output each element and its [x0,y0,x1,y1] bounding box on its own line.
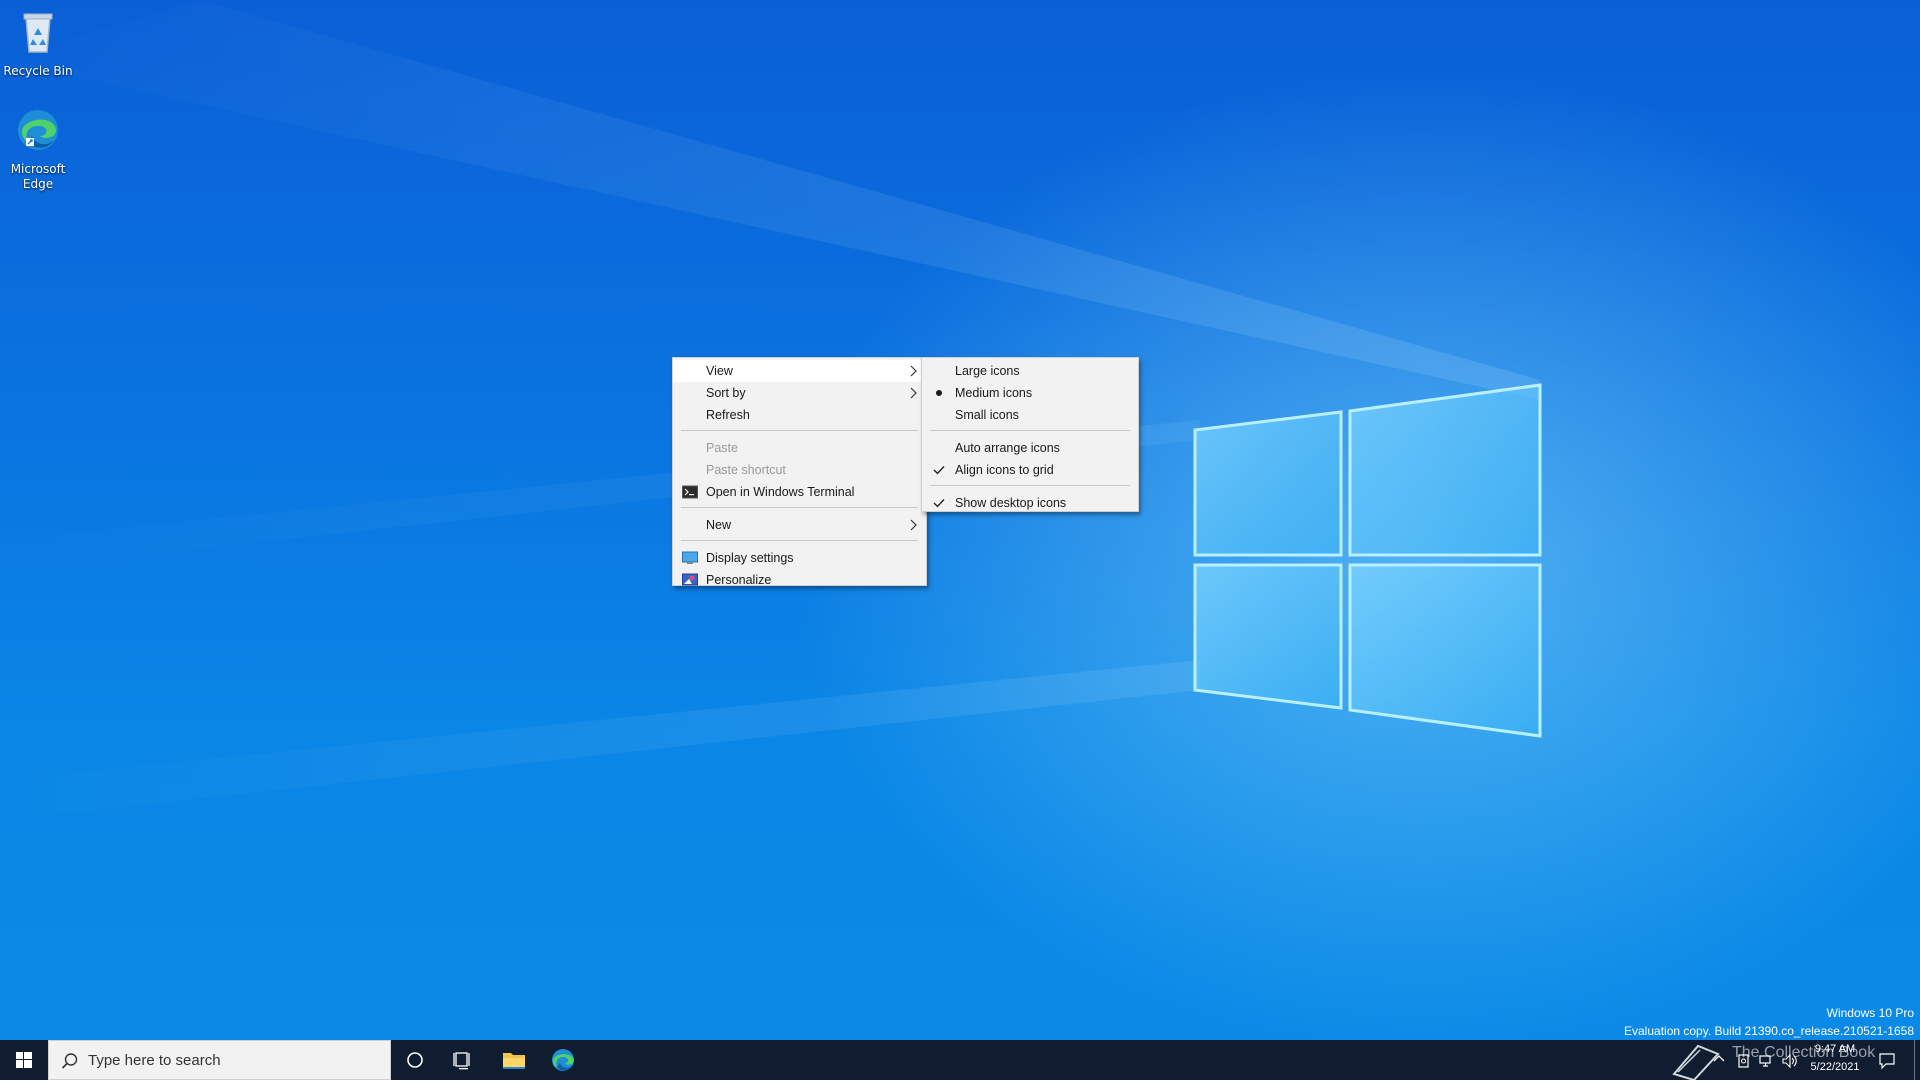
menu-item-view[interactable]: View [673,360,926,382]
menu-item-label: View [706,364,733,378]
edge-icon [18,110,58,150]
search-placeholder: Type here to search [88,1052,221,1069]
menu-item-label: Personalize [706,573,772,587]
menu-item-label: Show desktop icons [955,496,1067,510]
menu-item-label: Display settings [706,551,794,565]
view-submenu: Large icons Medium icons Small icons Aut… [921,357,1139,512]
menu-item-paste-shortcut[interactable]: Paste shortcut [673,459,926,481]
windows-watermark-edition: Windows 10 Pro [1826,1006,1914,1020]
menu-item-label: Align icons to grid [955,463,1054,477]
network-icon[interactable] [1758,1053,1774,1069]
desktop-background[interactable]: Recycle Bin Microsoft Edge View Sort by … [0,0,1920,1040]
menu-separator [681,540,918,541]
edge-taskbar-button[interactable] [539,1040,587,1080]
folder-icon [503,1053,525,1069]
menu-item-new[interactable]: New [673,514,926,536]
taskbar: Type here to search The Collection Book [0,1040,1920,1080]
task-view-icon [453,1052,470,1070]
menu-item-show-desktop-icons[interactable]: Show desktop icons [922,492,1138,514]
menu-item-label: New [706,518,732,532]
cortana-circle-icon [407,1052,423,1068]
menu-separator [930,430,1130,431]
desktop-context-menu: View Sort by Refresh Paste Paste shortcu… [672,357,927,587]
personalize-icon [682,573,698,586]
menu-item-auto-arrange-icons[interactable]: Auto arrange icons [922,437,1138,459]
windows-logo-wallpaper [1193,383,1542,738]
windows-watermark-build: Evaluation copy. Build 21390.co_release.… [1624,1024,1914,1038]
menu-item-label: Open in Windows Terminal [706,485,855,499]
menu-item-sort-by[interactable]: Sort by [673,382,926,404]
menu-item-label: Medium icons [955,386,1033,400]
cortana-button[interactable] [391,1040,439,1080]
menu-item-label: Sort by [706,386,746,400]
menu-item-paste[interactable]: Paste [673,437,926,459]
radio-dot-icon [936,390,942,396]
menu-item-label: Large icons [955,364,1020,378]
menu-item-open-in-windows-terminal[interactable]: Open in Windows Terminal [673,481,926,503]
clock-date[interactable]: 5/22/2021 [1806,1061,1864,1073]
menu-item-large-icons[interactable]: Large icons [922,360,1138,382]
recycle-bin-icon [23,13,53,53]
menu-separator [930,485,1130,486]
checkmark-icon [933,466,945,475]
volume-icon[interactable] [1781,1053,1799,1069]
menu-item-display-settings[interactable]: Display settings [673,547,926,569]
menu-item-label: Auto arrange icons [955,441,1060,455]
menu-separator [681,430,918,431]
start-button[interactable] [0,1040,48,1080]
tray-device-icon[interactable] [1736,1053,1752,1069]
show-desktop-button[interactable] [1914,1040,1915,1080]
menu-item-refresh[interactable]: Refresh [673,404,926,426]
display-icon [682,551,698,564]
clock-time[interactable]: 9:47 AM [1810,1043,1860,1055]
menu-item-small-icons[interactable]: Small icons [922,404,1138,426]
menu-item-medium-icons[interactable]: Medium icons [922,382,1138,404]
file-explorer-taskbar-button[interactable] [490,1040,538,1080]
desktop-icon-recycle-bin[interactable]: Recycle Bin [0,8,76,79]
terminal-icon [682,485,698,499]
menu-separator [681,507,918,508]
menu-item-label: Small icons [955,408,1019,422]
menu-item-personalize[interactable]: Personalize [673,569,926,591]
menu-item-align-icons-to-grid[interactable]: Align icons to grid [922,459,1138,481]
taskbar-search-box[interactable]: Type here to search [48,1040,391,1080]
menu-item-label: Paste [706,441,738,455]
chevron-right-icon [910,365,917,377]
wallpaper-light-beams [0,0,1542,820]
search-icon [61,1053,78,1069]
notification-center-icon[interactable] [1878,1052,1896,1070]
edge-icon [552,1049,574,1071]
desktop-icon-microsoft-edge[interactable]: Microsoft Edge [0,106,76,192]
chevron-right-icon [910,387,917,399]
chevron-right-icon [910,519,917,531]
menu-item-label: Refresh [706,408,750,422]
desktop-icon-label: Recycle Bin [3,64,73,78]
tray-chevron-up-icon[interactable] [1712,1052,1726,1066]
task-view-button[interactable] [439,1040,487,1080]
windows-logo-icon [16,1052,32,1068]
checkmark-icon [933,499,945,508]
menu-item-label: Paste shortcut [706,463,786,477]
desktop-icon-label: Microsoft Edge [10,162,66,191]
